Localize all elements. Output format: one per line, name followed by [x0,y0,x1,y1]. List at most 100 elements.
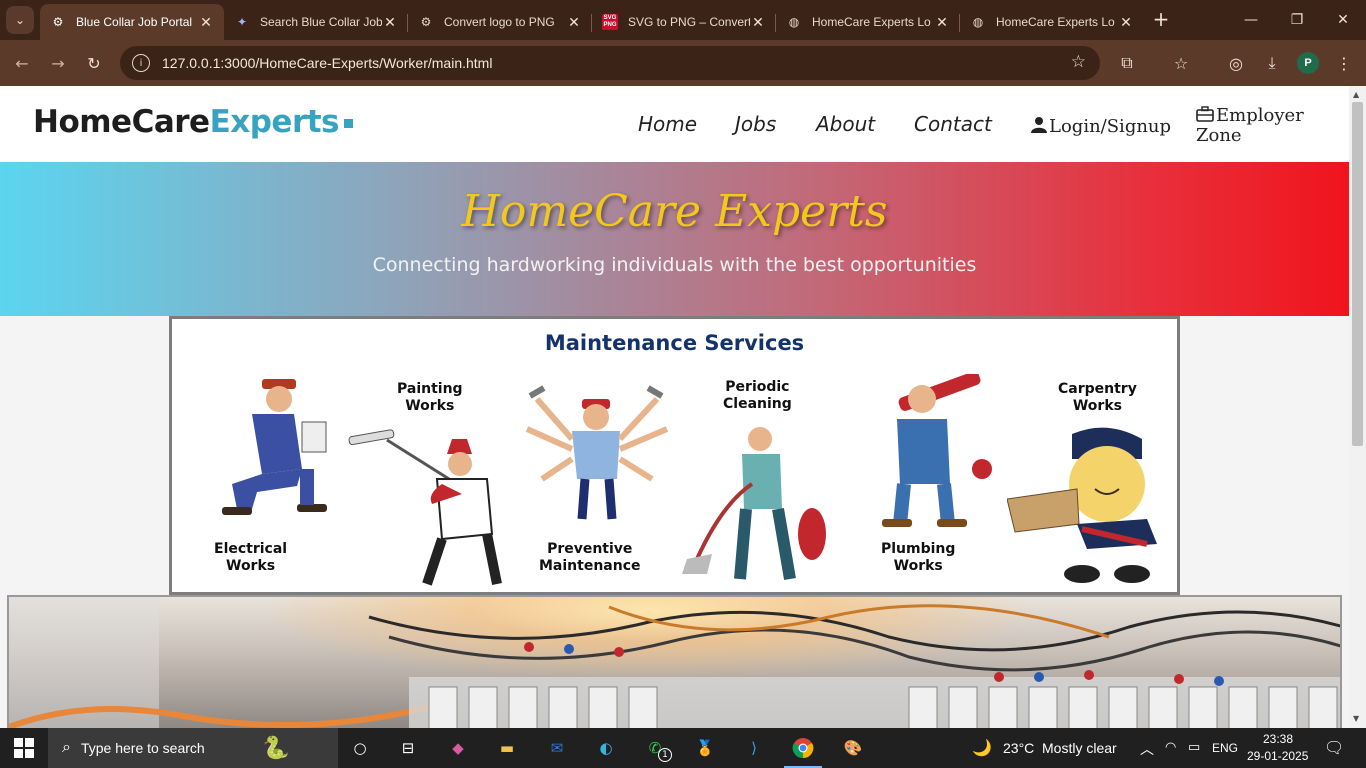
nav-jobs[interactable]: Jobs [735,112,776,136]
weather-temp[interactable]: 23°C [1003,740,1034,756]
edge-icon[interactable]: ◐ [593,736,619,760]
scroll-down-icon[interactable]: ▼ [1353,714,1359,723]
close-icon[interactable]: ✕ [198,14,214,30]
tab-title: Search Blue Collar Job [260,15,382,29]
nav-employer-line2: Zone [1196,125,1242,146]
hero-subtitle: Connecting hardworking individuals with … [372,254,977,276]
clock-date[interactable]: 29-01-2025 [1247,749,1308,763]
close-icon[interactable]: ✕ [382,14,398,30]
hero-section: HomeCare Experts Connecting hardworking … [0,162,1349,316]
whatsapp-badge: 1 [658,748,672,762]
copilot-icon[interactable]: ◆ [445,736,471,760]
carpenter-illustration [1007,427,1157,583]
maintenance-services-banner: Maintenance Services Electrical Works Pai… [169,316,1180,595]
close-window-button[interactable]: ✕ [1320,0,1366,40]
tab-search-button[interactable]: ⌄ [6,6,34,34]
painter-illustration [348,429,502,586]
url-text[interactable]: 127.0.0.1:3000/HomeCare-Experts/Worker/m… [162,55,492,71]
clock-time[interactable]: 23:38 [1263,732,1293,746]
restore-button[interactable]: ❐ [1274,0,1320,40]
address-bar[interactable]: i 127.0.0.1:3000/HomeCare-Experts/Worker… [120,46,1100,80]
tab-strip: ⚙ Blue Collar Job Portal ✕ ✦ Search Blue… [40,2,1144,40]
outlook-icon[interactable]: ✉ [544,736,570,760]
electrical-panel-photo [7,595,1342,728]
tab-search-blue-collar[interactable]: ✦ Search Blue Collar Job ✕ [224,4,408,40]
weather-icon[interactable]: 🌙 [972,738,992,758]
widgets-icon[interactable]: ⊟ [395,736,421,760]
nav-employer-line1: Employer [1216,105,1304,126]
user-icon [1031,117,1047,133]
paint-app-icon[interactable]: 🎨 [840,736,866,760]
close-icon[interactable]: ✕ [934,14,950,30]
banner-title: Maintenance Services [544,331,805,355]
snake-new-year-icon: 🐍 [262,735,290,760]
windows-taskbar: ⌕ Type here to search 🐍 ○ ⊟ ◆ ▬ ✉ ◐ ✆ 1 … [0,728,1366,768]
browser-tab-bar: ⌄ ⚙ Blue Collar Job Portal ✕ ✦ Search Bl… [0,0,1366,40]
medal-icon[interactable]: 🏅 [692,736,718,760]
close-icon[interactable]: ✕ [750,14,766,30]
nav-about[interactable]: About [816,112,875,136]
site-info-icon[interactable]: i [132,54,150,72]
service-label-carpentry: Carpentry Works [1058,381,1137,414]
profile-avatar[interactable]: P [1297,52,1319,74]
chatgpt-icon: ⚙ [52,15,64,29]
service-label-plumbing: Plumbing Works [881,541,956,574]
tab-blue-collar-job-portal[interactable]: ⚙ Blue Collar Job Portal ✕ [40,4,224,40]
globe-icon: ◍ [972,15,984,29]
nav-login-signup[interactable]: Login/Signup [1031,116,1171,137]
nav-employer-zone[interactable]: Employer Zone [1196,106,1304,146]
tab-title: SVG to PNG – Convert [628,15,750,29]
scrollbar-thumb[interactable] [1352,102,1363,446]
tab-homecare-experts-2[interactable]: ◍ HomeCare Experts Lo ✕ [960,4,1144,40]
nav-login-label: Login/Signup [1049,116,1172,137]
tab-convert-logo[interactable]: ⚙ Convert logo to PNG ✕ [408,4,592,40]
chrome-icon[interactable] [784,736,822,768]
tab-title: Convert logo to PNG [444,15,555,29]
forward-arrow-icon[interactable]: → [45,50,71,76]
web-page: HomeCareExperts Home Jobs About Contact … [0,86,1349,728]
taskbar-search[interactable]: ⌕ Type here to search 🐍 [48,728,338,768]
performance-icon[interactable]: ◎ [1225,52,1247,74]
minimize-button[interactable]: — [1228,0,1274,40]
download-icon[interactable]: ⤓ [1261,52,1283,74]
tab-homecare-experts-1[interactable]: ◍ HomeCare Experts Lo ✕ [776,4,960,40]
notification-icon[interactable]: 🗨 [1324,738,1344,758]
tab-svg-to-png[interactable]: SVG PNG SVG to PNG – Convert ✕ [592,4,776,40]
weather-text[interactable]: Mostly clear [1042,740,1117,756]
back-arrow-icon[interactable]: ← [9,50,35,76]
windows-start-icon[interactable] [14,738,34,758]
preventive-maintenance-illustration [525,385,669,520]
extensions-icon[interactable]: ⧉ [1116,52,1138,74]
gemini-icon: ✦ [236,15,248,29]
page-scrollbar[interactable]: ▲ ▼ [1349,86,1366,728]
site-header: HomeCareExperts Home Jobs About Contact … [0,86,1349,162]
close-icon[interactable]: ✕ [566,14,582,30]
menu-kebab-icon[interactable]: ⋮ [1333,52,1355,74]
nav-home[interactable]: Home [638,112,697,136]
taskbar-search-placeholder: Type here to search [80,740,205,756]
logo-text-home: HomeCare [33,104,210,140]
chevron-up-icon[interactable]: ︿ [1140,739,1154,759]
new-tab-button[interactable]: + [1150,7,1172,31]
briefcase-icon [1196,106,1214,122]
cleaner-illustration [682,427,826,581]
svg-png-icon: SVG PNG [602,14,618,30]
hero-title: HomeCare Experts [461,186,888,237]
plumber-illustration [882,374,992,527]
reload-icon[interactable]: ↻ [81,50,107,76]
whatsapp-icon[interactable]: ✆ 1 [642,736,672,762]
service-label-painting: Painting Works [397,381,463,414]
wifi-icon[interactable]: ◠ [1165,739,1176,755]
globe-icon: ◍ [788,15,800,29]
bookmark-star-icon[interactable]: ☆ [1071,52,1086,72]
language-indicator[interactable]: ENG [1212,741,1238,755]
nav-contact[interactable]: Contact [914,112,992,136]
file-explorer-icon[interactable]: ▬ [494,736,520,760]
site-logo[interactable]: HomeCareExperts [33,104,354,140]
task-view-circle-icon[interactable]: ○ [347,736,373,760]
scroll-up-icon[interactable]: ▲ [1353,90,1359,99]
vscode-icon[interactable]: ⟩ [741,736,767,760]
favorites-icon[interactable]: ☆ [1170,52,1192,74]
battery-icon[interactable]: ▭ [1188,739,1200,755]
close-icon[interactable]: ✕ [1118,14,1134,30]
